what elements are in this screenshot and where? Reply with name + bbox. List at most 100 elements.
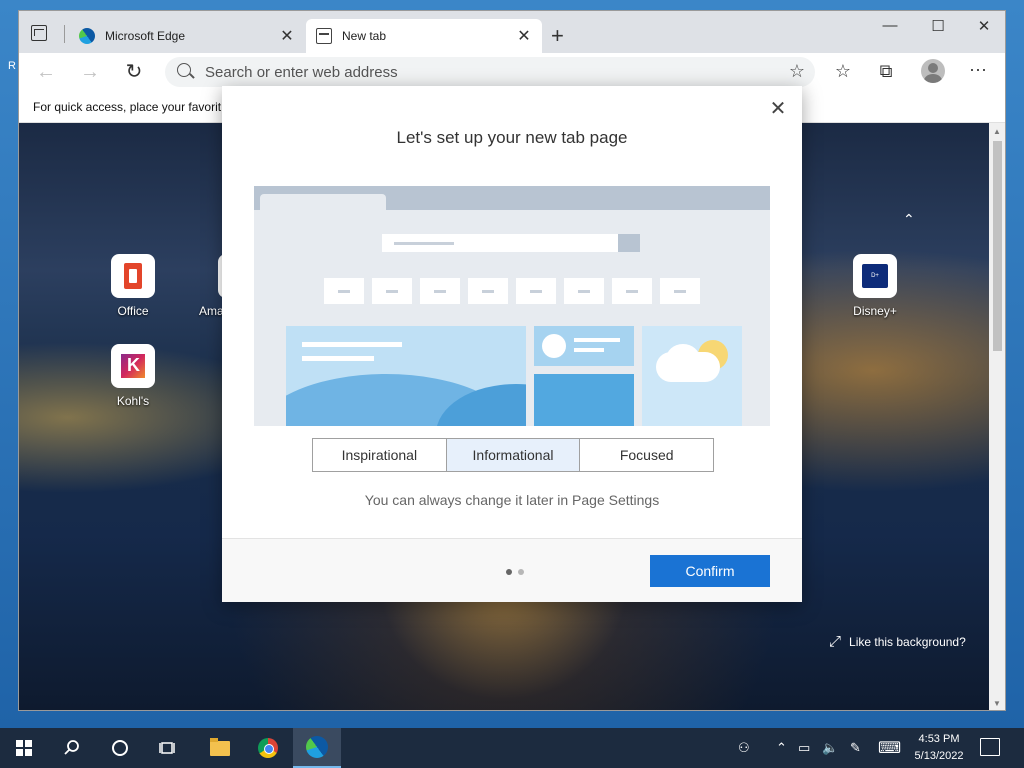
cortana-button[interactable] [96, 728, 144, 768]
edge-logo-icon [79, 28, 95, 44]
tab-new-tab[interactable]: New tab ✕ [306, 19, 542, 53]
task-view-button[interactable] [144, 728, 192, 768]
preview-tab [260, 194, 386, 214]
collections-icon[interactable]: ⧉ [874, 61, 898, 82]
taskbar-clock[interactable]: 4:53 PM 5/13/2022 [908, 731, 970, 765]
kohls-icon [121, 354, 145, 378]
dialog-footer: Confirm [222, 538, 802, 602]
minimize-icon[interactable]: — [875, 17, 905, 34]
dialog-hint: You can always change it later in Page S… [364, 492, 660, 508]
search-icon [177, 63, 191, 77]
chrome-button[interactable] [244, 728, 292, 768]
quick-link-disney-plus[interactable]: D+ Disney+ [845, 254, 905, 318]
scroll-up-arrow-icon[interactable]: ▲ [993, 127, 1001, 136]
page-scrollbar[interactable]: ▲ ▼ [989, 123, 1005, 710]
preview-quick-link [660, 278, 700, 304]
network-icon[interactable]: ▭ [798, 728, 810, 768]
tab-microsoft-edge[interactable]: Microsoft Edge ✕ [69, 19, 305, 53]
tab-title: Microsoft Edge [105, 29, 186, 43]
cortana-icon [112, 740, 128, 756]
collapse-chevron-icon[interactable]: ⌃ [903, 211, 915, 228]
volume-icon[interactable]: 🔈 [822, 728, 838, 768]
clock-date: 5/13/2022 [914, 750, 964, 762]
scroll-down-arrow-icon[interactable]: ▼ [993, 699, 1001, 708]
quick-link-label: Ama [199, 304, 224, 318]
preview-search-button [618, 234, 640, 252]
page-dot [518, 569, 524, 575]
profile-avatar-icon[interactable] [921, 59, 945, 83]
more-options-icon[interactable]: ··· [966, 59, 990, 80]
pen-workspace-icon[interactable]: ✎ [850, 728, 861, 768]
tab-actions-icon[interactable] [31, 25, 47, 41]
file-explorer-button[interactable] [196, 728, 244, 768]
layout-options-group: Inspirational Informational Focused [312, 438, 714, 472]
like-background-link[interactable]: ⤢ Like this background? [829, 633, 966, 650]
forward-icon[interactable]: → [77, 59, 103, 85]
new-tab-icon [316, 28, 332, 44]
edge-button[interactable] [293, 728, 341, 768]
layout-preview-illustration [254, 186, 770, 426]
preview-quick-link [564, 278, 604, 304]
desktop-partial-text: R [8, 60, 16, 72]
office-icon [124, 263, 142, 289]
layout-option-informational[interactable]: Informational [445, 439, 580, 471]
search-taskbar-button[interactable] [48, 728, 96, 768]
close-tab-icon[interactable]: ✕ [279, 26, 295, 46]
preview-small-card [534, 374, 634, 426]
title-bar: Microsoft Edge ✕ New tab ✕ + — ☐ ✕ [19, 11, 1005, 53]
folder-icon [210, 737, 230, 756]
tile-icon-box [111, 344, 155, 388]
refresh-icon[interactable]: ↻ [121, 59, 147, 85]
preview-quick-link [372, 278, 412, 304]
show-hidden-icons-icon[interactable]: ⌃ [776, 728, 787, 768]
quick-link-label: Office [117, 304, 149, 318]
maximize-icon[interactable]: ☐ [923, 17, 953, 35]
preview-small-card [534, 326, 634, 366]
tab-title: New tab [342, 29, 387, 43]
layout-option-focused[interactable]: Focused [579, 439, 714, 471]
disney-plus-icon: D+ [862, 264, 888, 288]
preview-quick-link [420, 278, 460, 304]
action-center-icon[interactable] [980, 738, 1000, 756]
clock-time: 4:53 PM [918, 733, 960, 745]
preview-quick-link [612, 278, 652, 304]
expand-icon: ⤢ [829, 633, 842, 650]
windows-logo-icon [16, 740, 32, 756]
back-icon[interactable]: ← [33, 59, 59, 85]
favorites-icon[interactable]: ☆ [831, 61, 855, 82]
touch-keyboard-icon[interactable]: ⌨ [878, 728, 901, 768]
page-dot-active [506, 569, 512, 575]
task-view-icon [159, 742, 175, 754]
dialog-title: Let's set up your new tab page [396, 128, 628, 147]
add-favorite-icon[interactable]: ☆ [789, 61, 805, 82]
address-input[interactable] [205, 57, 765, 87]
preview-quick-link [516, 278, 556, 304]
preview-quick-link [468, 278, 508, 304]
quick-link-office[interactable]: Office [103, 254, 163, 318]
cloud-icon [656, 352, 720, 382]
search-icon [64, 740, 79, 755]
preview-search-box [382, 234, 640, 252]
quick-link-label: Disney+ [853, 304, 897, 318]
layout-option-inspirational[interactable]: Inspirational [313, 439, 446, 471]
preview-quick-link [324, 278, 364, 304]
close-icon[interactable]: ✕ [766, 96, 790, 120]
close-tab-icon[interactable]: ✕ [516, 26, 532, 46]
page-indicator [506, 569, 524, 575]
edge-logo-icon [306, 736, 328, 758]
new-tab-plus-icon[interactable]: + [551, 23, 564, 49]
confirm-button[interactable]: Confirm [650, 555, 770, 587]
address-bar[interactable]: ☆ [165, 57, 815, 87]
scrollbar-thumb[interactable] [993, 141, 1002, 351]
tile-icon-box [111, 254, 155, 298]
favorites-bar-hint: For quick access, place your favorit [33, 100, 222, 114]
start-button[interactable] [0, 728, 48, 768]
preview-weather-card [642, 326, 742, 426]
close-window-icon[interactable]: ✕ [969, 17, 999, 35]
tile-icon-box: D+ [853, 254, 897, 298]
quick-link-kohls[interactable]: Kohl's [103, 344, 163, 408]
quick-link-label: Kohl's [116, 394, 150, 408]
setup-new-tab-dialog: ✕ Let's set up your new tab page Inspira… [222, 86, 802, 602]
taskbar: ⚇ ⌃ ▭ 🔈 ✎ ⌨ 4:53 PM 5/13/2022 [0, 728, 1024, 768]
people-icon[interactable]: ⚇ [738, 728, 750, 768]
